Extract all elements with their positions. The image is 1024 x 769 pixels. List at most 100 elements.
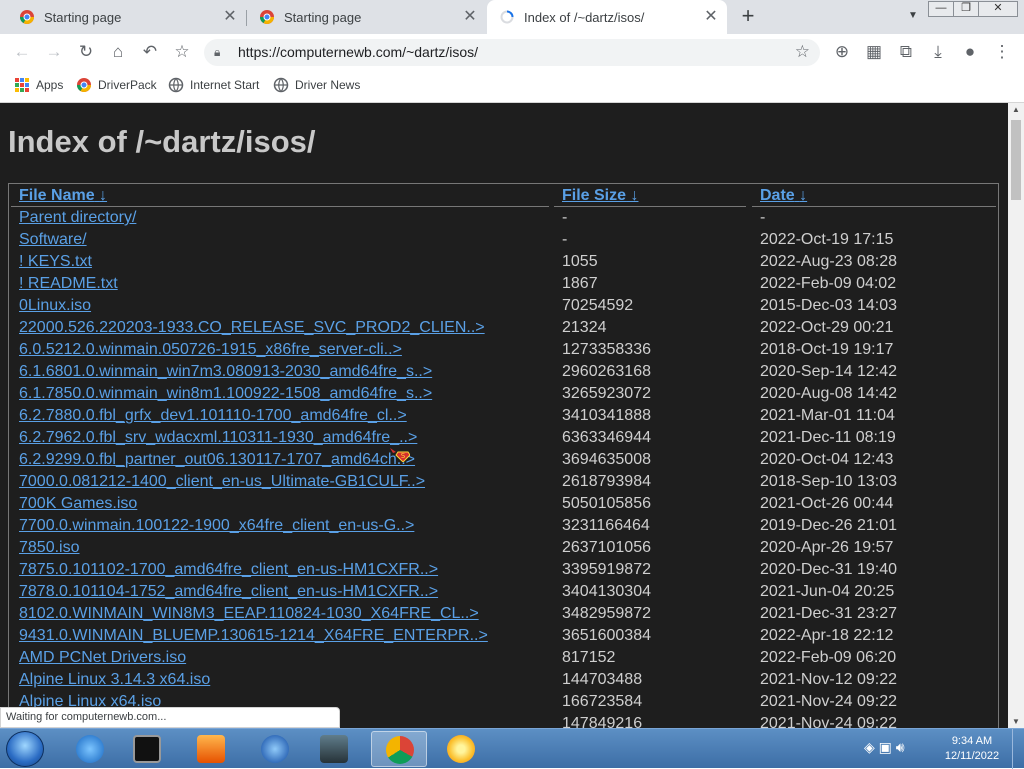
file-link[interactable]: 6.1.6801.0.winmain_win7m3.080913-2030_am…: [19, 363, 432, 381]
table-header: File Name ↓ File Size ↓ Date ↓: [9, 184, 998, 207]
file-link[interactable]: 7850.iso: [19, 539, 80, 557]
file-size: -: [562, 231, 568, 248]
star-icon[interactable]: ☆: [795, 42, 810, 62]
home-icon[interactable]: ⌂: [108, 42, 128, 62]
table-row: Parent directory/ - -: [9, 207, 998, 229]
file-size: -: [562, 209, 568, 226]
system-tray[interactable]: ◈ ▣ 🔊︎: [864, 739, 905, 756]
globe-icon: [168, 77, 184, 93]
file-link[interactable]: ! README.txt: [19, 275, 118, 293]
address-bar[interactable]: 🔒︎ https://computernewb.com/~dartz/isos/…: [204, 39, 820, 66]
bookmark-internet-start[interactable]: Internet Start: [168, 77, 259, 93]
file-link[interactable]: 9431.0.WINMAIN_BLUEMP.130615-1214_X64FRE…: [19, 627, 488, 645]
reload-icon[interactable]: ↻: [76, 42, 96, 62]
file-size: 6363346944: [562, 429, 651, 446]
close-tab-icon[interactable]: ✕: [462, 9, 478, 25]
file-size: 144703488: [562, 671, 643, 688]
menu-icon[interactable]: ⋮: [992, 42, 1012, 62]
taskbar-app[interactable]: [306, 731, 362, 767]
sort-by-name-link[interactable]: File Name ↓: [19, 187, 107, 205]
sort-by-date-link[interactable]: Date ↓: [760, 187, 807, 205]
file-link[interactable]: Parent directory/: [19, 209, 136, 227]
download-icon[interactable]: ⤓: [928, 42, 948, 62]
tab-label: Starting page: [284, 9, 362, 25]
tab-starting-page-1[interactable]: Starting page ✕: [0, 0, 246, 34]
table-row: 0Linux.iso 70254592 2015-Dec-03 14:03: [9, 295, 998, 317]
sort-by-size-link[interactable]: File Size ↓: [562, 187, 638, 205]
taskbar-disc-burner[interactable]: [433, 731, 489, 767]
file-link[interactable]: 6.2.7880.0.fbl_grfx_dev1.101110-1700_amd…: [19, 407, 407, 425]
taskbar-chrome[interactable]: [371, 731, 427, 767]
file-link[interactable]: 7000.0.081212-1400_client_en-us_Ultimate…: [19, 473, 425, 491]
bookmark-apps[interactable]: Apps: [14, 77, 63, 93]
file-link[interactable]: 6.2.9299.0.fbl_partner_out06.130117-1707…: [19, 451, 415, 469]
extension-icon[interactable]: ⊕: [832, 42, 852, 62]
file-link[interactable]: Alpine Linux 3.14.3 x64.iso: [19, 671, 210, 689]
taskbar-media-player[interactable]: [183, 731, 239, 767]
apps-grid-icon[interactable]: ▦: [864, 42, 884, 62]
close-tab-icon[interactable]: ✕: [222, 9, 238, 25]
scroll-up-arrow-icon[interactable]: ▲: [1012, 105, 1020, 114]
forward-icon[interactable]: →: [44, 42, 64, 62]
file-link[interactable]: 6.1.7850.0.winmain_win8m1.100922-1508_am…: [19, 385, 432, 403]
file-date: 2022-Aug-23 08:28: [760, 253, 897, 270]
file-size: 5050105856: [562, 495, 651, 512]
bookmark-label: Driver News: [295, 78, 361, 92]
scrollbar-thumb[interactable]: [1011, 120, 1021, 200]
undo-icon[interactable]: ↶: [140, 42, 160, 62]
table-body: Parent directory/ - - Software/ - 2022-Oct-19…: [9, 207, 998, 728]
file-link[interactable]: 6.0.5212.0.winmain.050726-1915_x86fre_se…: [19, 341, 402, 359]
crop-icon[interactable]: ⧉: [896, 42, 916, 62]
minimize-button[interactable]: —: [928, 1, 954, 17]
url-text[interactable]: https://computernewb.com/~dartz/isos/: [238, 44, 478, 60]
taskbar-app[interactable]: [247, 731, 303, 767]
clock-time: 9:34 AM: [951, 735, 993, 747]
file-link[interactable]: 6.2.7962.0.fbl_srv_wdacxml.110311-1930_a…: [19, 429, 417, 447]
tab-index-of-isos[interactable]: Index of /~dartz/isos/ ✕: [487, 0, 727, 34]
file-size: 3651600384: [562, 627, 651, 644]
file-link[interactable]: 700K Games.iso: [19, 495, 137, 513]
table-row: 7850.iso 2637101056 2020-Apr-26 19:57: [9, 537, 998, 559]
file-link[interactable]: 8102.0.WINMAIN_WIN8M3_EEAP.110824-1030_X…: [19, 605, 479, 623]
scroll-down-arrow-icon[interactable]: ▼: [1012, 717, 1020, 726]
file-date: 2021-Dec-11 08:19: [760, 429, 896, 446]
file-size: 2618793984: [562, 473, 651, 490]
taskbar-internet-explorer[interactable]: [62, 731, 118, 767]
file-size: 1055: [562, 253, 598, 270]
file-link[interactable]: Software/: [19, 231, 87, 249]
start-button[interactable]: [6, 731, 44, 767]
cmd-icon: [133, 735, 161, 763]
bookmark-star-icon[interactable]: ☆: [172, 42, 192, 62]
close-tab-icon[interactable]: ✕: [703, 9, 719, 25]
globe-icon: [273, 77, 289, 93]
file-size: 3395919872: [562, 561, 651, 578]
file-link[interactable]: AMD PCNet Drivers.iso: [19, 649, 186, 667]
bookmark-driverpack[interactable]: DriverPack: [76, 77, 157, 93]
file-date: 2022-Feb-09 04:02: [760, 275, 897, 292]
file-link[interactable]: 7875.0.101102-1700_amd64fre_client_en-us…: [19, 561, 438, 579]
file-link[interactable]: 7700.0.winmain.100122-1900_x64fre_client…: [19, 517, 414, 535]
file-date: 2018-Sep-10 13:03: [760, 473, 897, 490]
show-desktop-button[interactable]: [1012, 729, 1024, 769]
table-row: 7875.0.101102-1700_amd64fre_client_en-us…: [9, 559, 998, 581]
vertical-scrollbar[interactable]: ▲ ▼: [1008, 103, 1024, 728]
file-date: 2022-Oct-19 17:15: [760, 231, 894, 248]
bookmark-driver-news[interactable]: Driver News: [273, 77, 360, 93]
file-link[interactable]: 22000.526.220203-1933.CO_RELEASE_SVC_PRO…: [19, 319, 485, 337]
file-link[interactable]: ! KEYS.txt: [19, 253, 92, 271]
file-link[interactable]: 7878.0.101104-1752_amd64fre_client_en-us…: [19, 583, 438, 601]
tab-search-dropdown-icon[interactable]: ▼: [908, 10, 918, 21]
taskbar-command-prompt[interactable]: [119, 731, 175, 767]
close-window-button[interactable]: ✕: [978, 1, 1018, 17]
profile-icon[interactable]: ●: [960, 42, 980, 62]
tab-starting-page-2[interactable]: Starting page ✕: [247, 0, 486, 34]
file-size: 1273358336: [562, 341, 651, 358]
file-date: 2021-Mar-01 11:04: [760, 407, 895, 424]
maximize-button[interactable]: ❐: [953, 1, 979, 17]
back-icon[interactable]: ←: [12, 42, 32, 62]
clock[interactable]: 9:34 AM 12/11/2022: [935, 734, 1009, 764]
file-link[interactable]: 0Linux.iso: [19, 297, 91, 315]
new-tab-button[interactable]: +: [738, 5, 758, 27]
tab-label: Index of /~dartz/isos/: [524, 9, 645, 25]
app-icon: [261, 735, 289, 763]
